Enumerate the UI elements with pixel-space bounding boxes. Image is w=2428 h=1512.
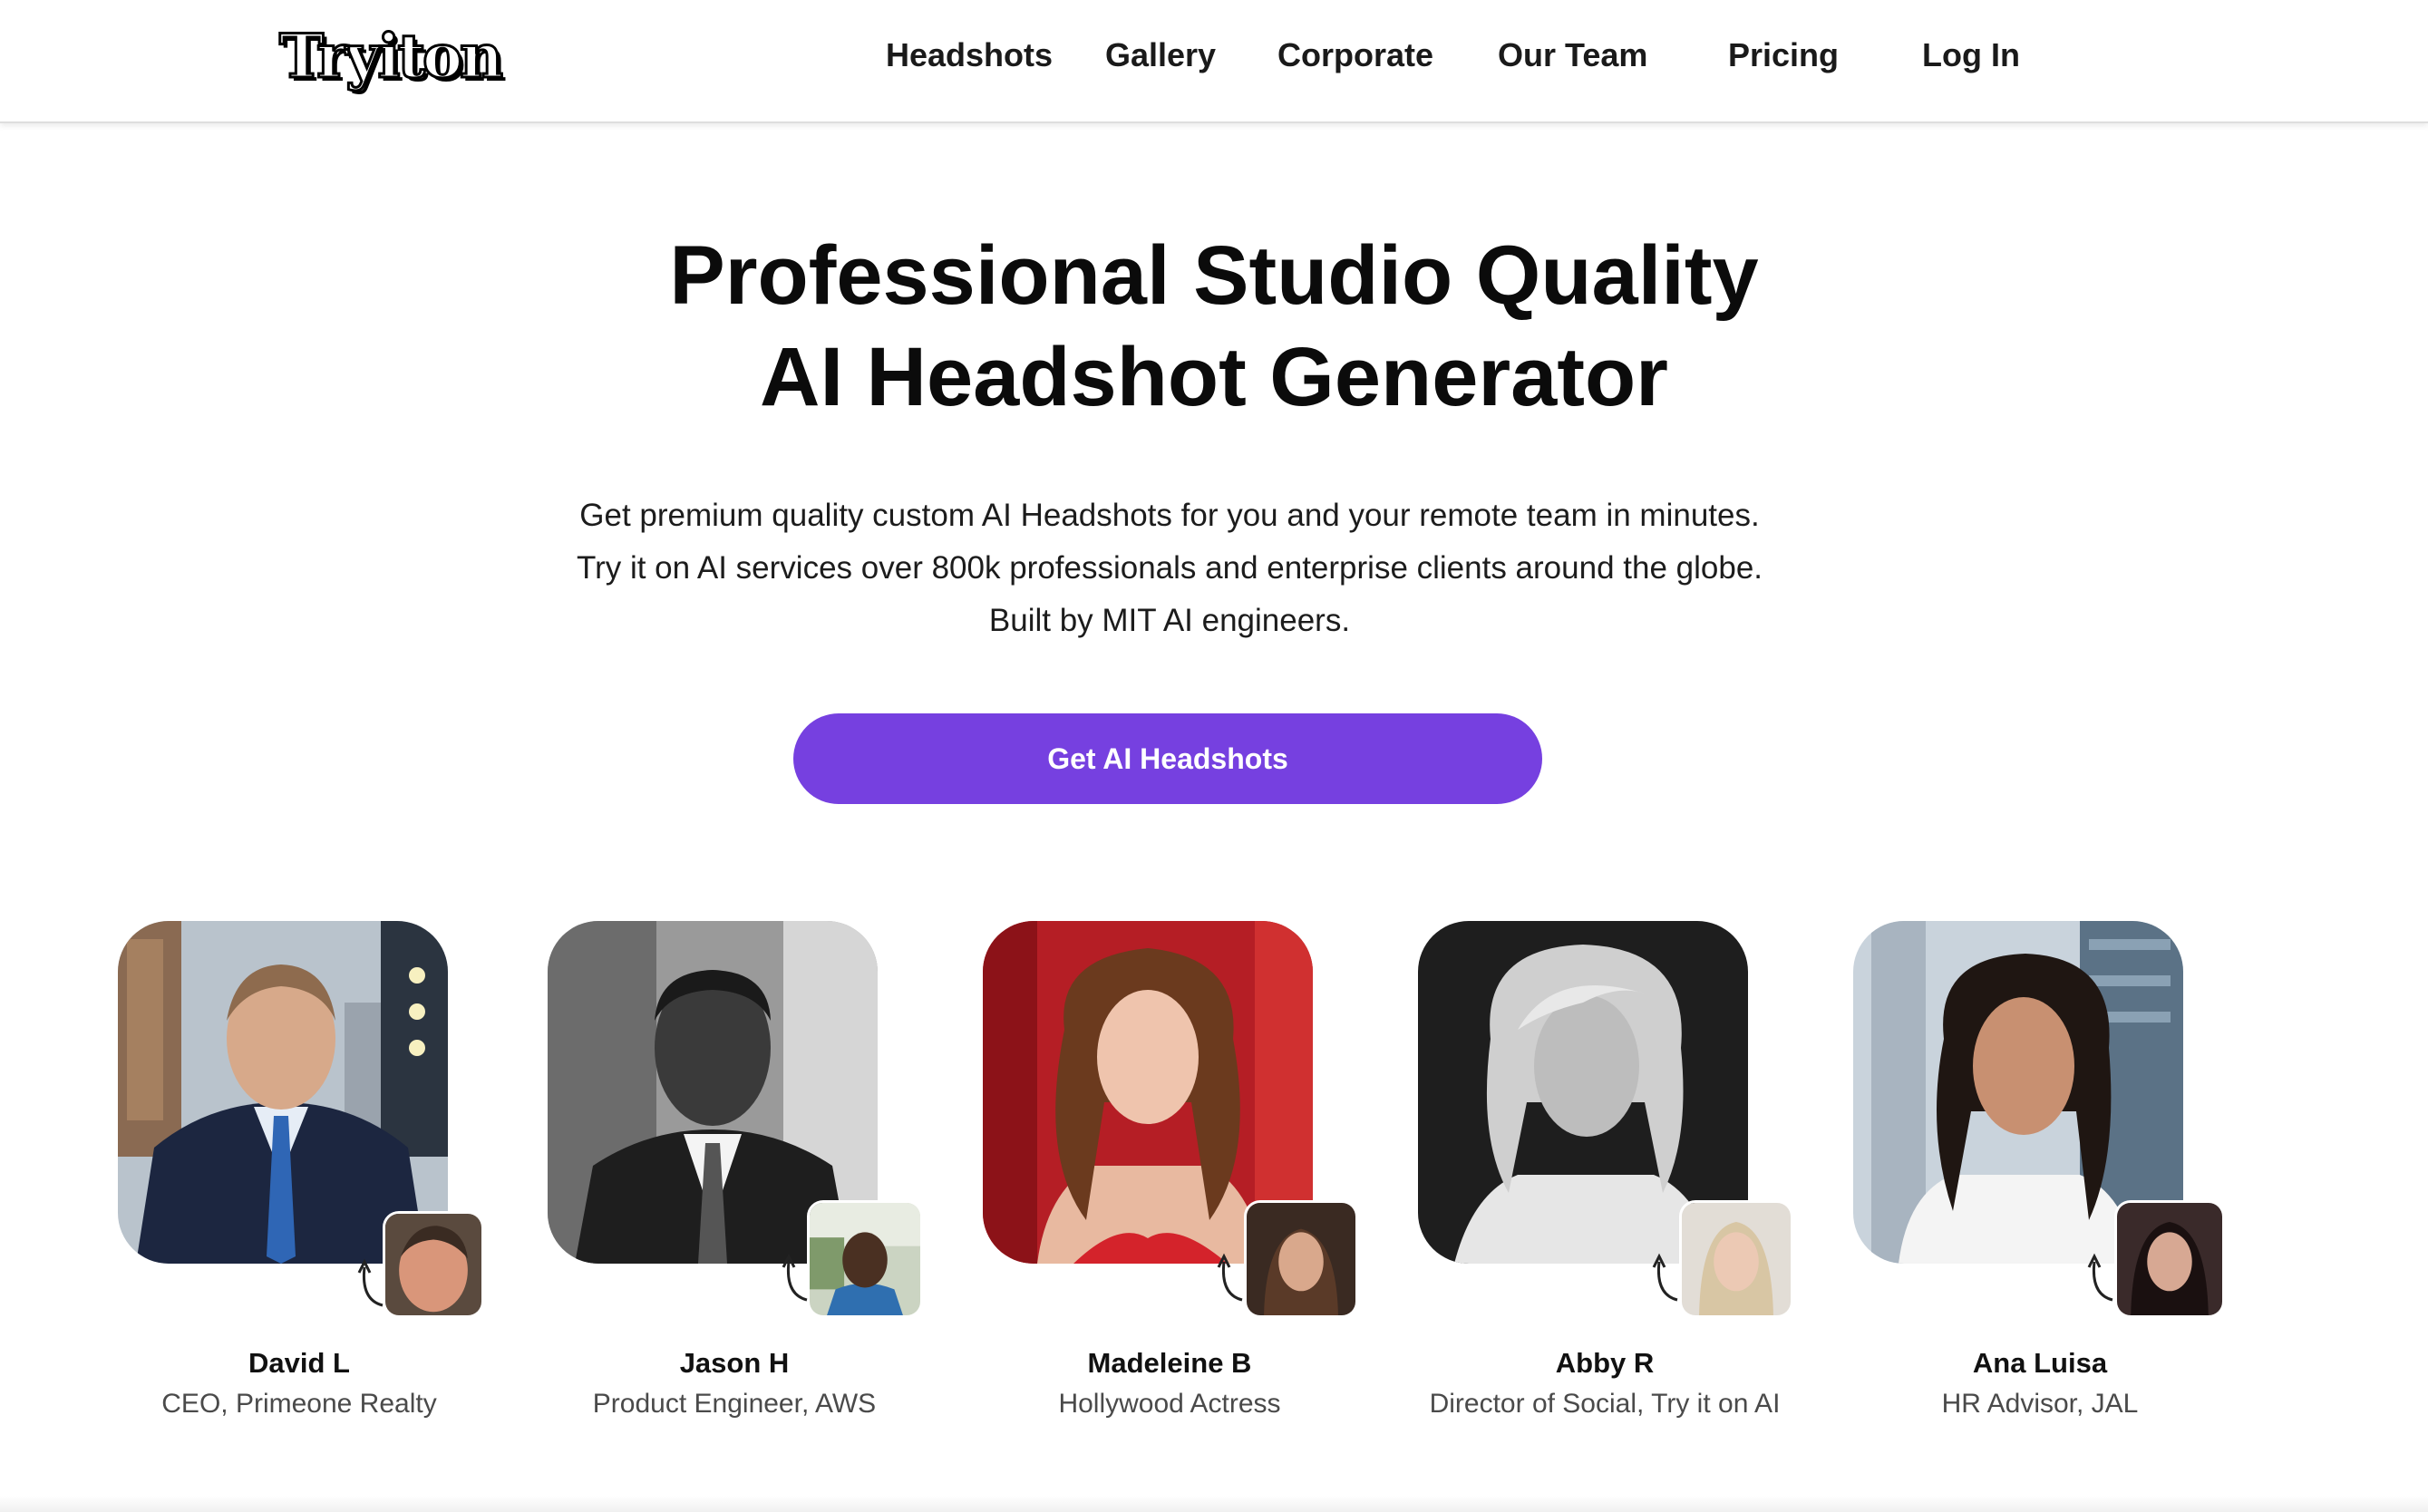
nav-link-gallery[interactable]: Gallery — [1105, 34, 1216, 76]
arrow-icon — [2087, 1253, 2113, 1302]
original-selfie-thumbnail — [807, 1200, 923, 1318]
brand-logo[interactable]: Tryiton — [278, 20, 505, 93]
top-nav: Tryiton Headshots Gallery Corporate Our … — [0, 0, 2428, 123]
hero-title: Professional Studio Quality AI Headshot … — [0, 225, 2428, 428]
testimonial-card-jason: Jason H Product Engineer, AWS — [535, 921, 934, 1429]
testimonial-name: Jason H — [679, 1347, 790, 1379]
arrow-icon — [1652, 1253, 1678, 1302]
original-selfie-thumbnail — [1244, 1200, 1358, 1318]
testimonial-role: Product Engineer, AWS — [592, 1389, 877, 1419]
testimonial-role: HR Advisor, JAL — [1941, 1389, 2139, 1419]
hero-title-line-2: AI Headshot Generator — [760, 331, 1668, 423]
testimonial-role: CEO, Primeone Realty — [161, 1389, 437, 1419]
arrow-icon — [1217, 1253, 1243, 1302]
hero-description: Get premium quality custom AI Headshots … — [576, 498, 1763, 638]
hero-title-line-1: Professional Studio Quality — [669, 229, 1759, 322]
nav-link-headshots[interactable]: Headshots — [886, 34, 1053, 76]
testimonial-name: Ana Luisa — [1972, 1347, 2108, 1379]
get-ai-headshots-button[interactable]: Get AI Headshots — [793, 713, 1542, 804]
nav-link-our-team[interactable]: Our Team — [1498, 34, 1647, 76]
nav-link-corporate[interactable]: Corporate — [1277, 34, 1433, 76]
nav-link-pricing[interactable]: Pricing — [1728, 34, 1839, 76]
arrow-icon — [782, 1253, 808, 1302]
section-divider — [0, 1496, 2428, 1512]
original-selfie-thumbnail — [383, 1211, 484, 1318]
testimonial-card-madeleine: Madeleine B Hollywood Actress — [970, 921, 1369, 1429]
testimonial-card-ana: Ana Luisa HR Advisor, JAL — [1840, 921, 2239, 1429]
testimonial-name: David L — [248, 1347, 350, 1379]
original-selfie-thumbnail — [1679, 1200, 1793, 1318]
testimonial-name: Abby R — [1555, 1347, 1655, 1379]
testimonial-role: Hollywood Actress — [1058, 1389, 1281, 1419]
login-link[interactable]: Log In — [1922, 34, 2020, 76]
testimonial-card-abby: Abby R Director of Social, Try it on AI — [1405, 921, 1804, 1429]
testimonial-name: Madeleine B — [1087, 1347, 1252, 1379]
testimonial-card-david: David L CEO, Primeone Realty — [100, 921, 499, 1429]
testimonial-role: Director of Social, Try it on AI — [1429, 1389, 1781, 1419]
arrow-icon — [357, 1258, 384, 1307]
original-selfie-thumbnail — [2114, 1200, 2225, 1318]
